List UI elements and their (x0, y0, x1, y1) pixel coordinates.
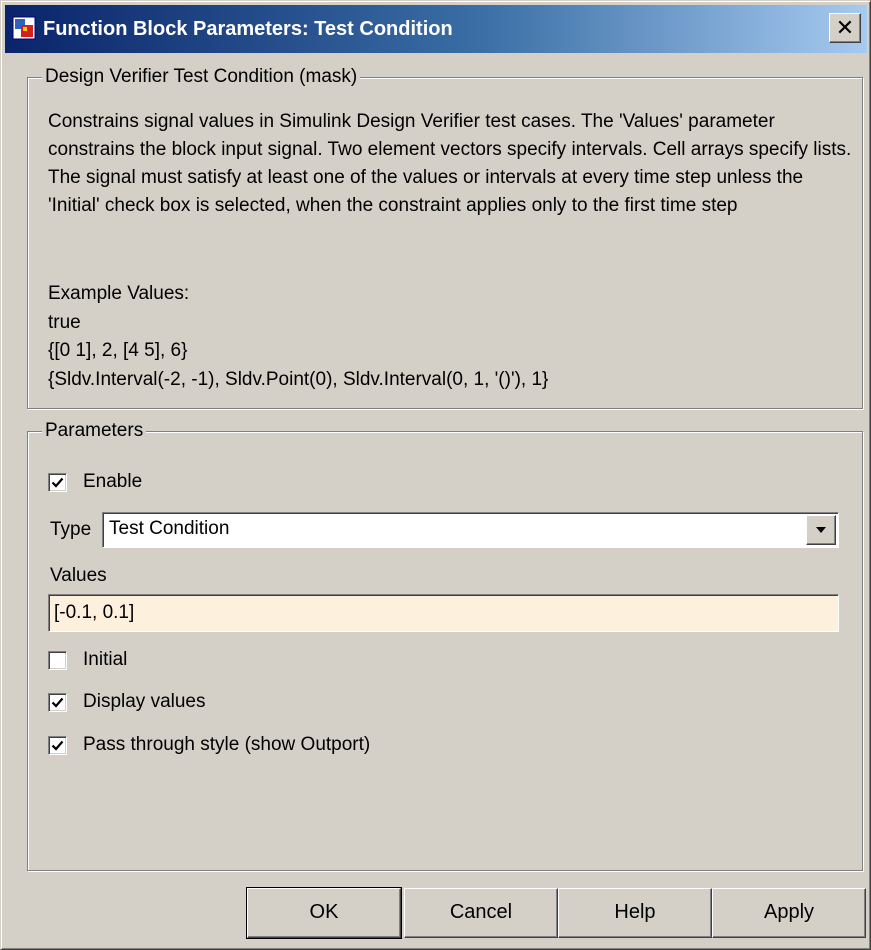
enable-checkbox[interactable] (48, 472, 67, 492)
apply-button[interactable]: Apply (712, 888, 866, 938)
help-button[interactable]: Help (558, 888, 712, 938)
values-input[interactable] (48, 594, 839, 632)
type-dropdown-button[interactable] (806, 515, 836, 545)
parameters-group: Parameters Enable Type Test Condition Va… (27, 420, 863, 871)
simulink-block-icon (12, 16, 36, 40)
values-label: Values (50, 565, 107, 586)
pass-through-checkbox-row[interactable]: Pass through style (show Outport) (48, 732, 370, 758)
pass-through-label: Pass through style (show Outport) (83, 734, 371, 755)
parameters-group-legend: Parameters (42, 420, 147, 442)
ok-button[interactable]: OK (246, 887, 402, 939)
title-bar[interactable]: Function Block Parameters: Test Conditio… (5, 5, 867, 53)
initial-label: Initial (83, 649, 128, 670)
cancel-button[interactable]: Cancel (404, 888, 558, 938)
display-values-label: Display values (83, 691, 206, 712)
type-label: Type (50, 519, 92, 540)
description-group-legend: Design Verifier Test Condition (mask) (42, 66, 361, 88)
checkmark-icon (51, 740, 64, 751)
type-select-value: Test Condition (109, 518, 230, 539)
block-description: Constrains signal values in Simulink Des… (48, 111, 852, 216)
example-value: true (48, 311, 81, 333)
close-button[interactable]: ✕ (829, 13, 861, 43)
enable-checkbox-row[interactable]: Enable (48, 469, 142, 495)
display-values-checkbox[interactable] (48, 692, 67, 712)
checkmark-icon (51, 477, 64, 488)
type-select[interactable]: Test Condition (102, 512, 839, 548)
example-value: {Sldv.Interval(-2, -1), Sldv.Point(0), S… (48, 368, 549, 390)
example-values-heading: Example Values: (48, 283, 190, 304)
checkmark-icon (51, 697, 64, 708)
initial-checkbox[interactable] (48, 650, 67, 670)
example-values-block: Example Values: true {[0 1], 2, [4 5], 6… (48, 280, 548, 394)
window-title: Function Block Parameters: Test Conditio… (43, 18, 453, 40)
enable-label: Enable (83, 471, 143, 492)
example-value: {[0 1], 2, [4 5], 6} (48, 340, 188, 361)
initial-checkbox-row[interactable]: Initial (48, 647, 127, 673)
pass-through-checkbox[interactable] (48, 735, 67, 755)
dialog-window: Function Block Parameters: Test Conditio… (0, 0, 871, 950)
close-icon: ✕ (835, 15, 855, 40)
display-values-checkbox-row[interactable]: Display values (48, 689, 206, 715)
description-group: Design Verifier Test Condition (mask) Co… (27, 66, 863, 409)
chevron-down-icon (816, 527, 826, 533)
